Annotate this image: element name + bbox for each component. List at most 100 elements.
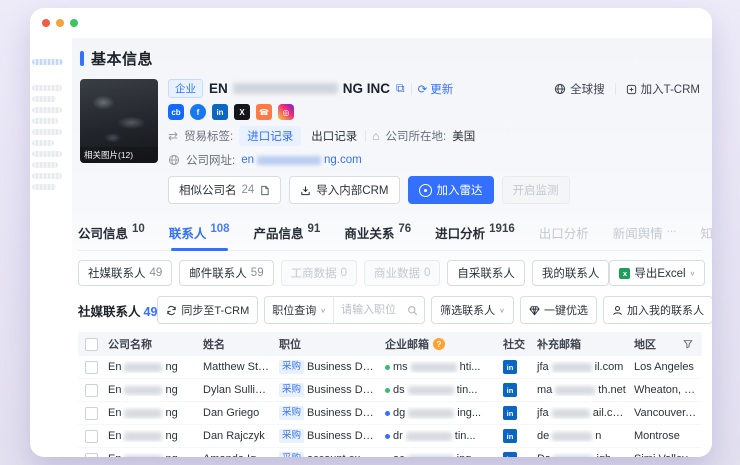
phone-icon[interactable]: ☎ — [256, 104, 272, 120]
sync-icon — [166, 305, 177, 316]
select-all-checkbox[interactable] — [85, 338, 98, 351]
search-icon[interactable] — [405, 305, 424, 316]
linkedin-icon[interactable]: in — [212, 104, 228, 120]
region-cell: Montrose — [630, 430, 702, 442]
chip-count: 0 — [424, 267, 430, 279]
linkedin-icon[interactable]: in — [503, 429, 517, 443]
maximize-button[interactable] — [70, 19, 78, 27]
chip-email-contacts[interactable]: 邮件联系人59 — [179, 260, 273, 286]
export-excel-button[interactable]: x 导出Excel ∨ — [609, 260, 705, 286]
tab-count: ... — [667, 223, 677, 242]
chip-social-contacts[interactable]: 社媒联系人49 — [78, 260, 172, 286]
refresh-icon: ⟳ — [418, 82, 428, 96]
tab-product-info[interactable]: 产品信息91 — [254, 218, 321, 250]
sidebar-skeleton-item[interactable] — [32, 129, 62, 135]
masked-text — [408, 386, 454, 395]
alt-email-prefix: jfa — [537, 407, 549, 419]
chip-label: 我的联系人 — [542, 265, 600, 281]
tab-intellectual-property: 知识产权 — [700, 218, 712, 250]
tab-contacts[interactable]: 联系人108 — [169, 218, 230, 250]
global-search-button[interactable]: 全球搜 — [554, 81, 605, 97]
sidebar-skeleton-item[interactable] — [32, 59, 63, 65]
crunchbase-icon[interactable]: cb — [168, 104, 184, 120]
x-icon[interactable]: X — [234, 104, 250, 120]
job-title-input[interactable] — [334, 299, 405, 321]
row-checkbox[interactable] — [85, 361, 98, 374]
alt-email-cell: jfaail.com — [533, 407, 630, 419]
chip-count: 0 — [341, 267, 347, 279]
close-button[interactable] — [42, 19, 50, 27]
add-to-my-contacts-button[interactable]: 加入我的联系人 — [603, 296, 712, 324]
chip-commercial-data: 商业数据0 — [364, 260, 440, 286]
detail-tabs: 公司信息10联系人108产品信息91商业关系76进口分析1916出口分析新闻舆情… — [78, 218, 702, 251]
row-checkbox[interactable] — [85, 430, 98, 443]
chip-label: 工商数据 — [291, 265, 337, 281]
company-website-link[interactable]: enng.com — [241, 154, 362, 166]
name-cell: Dan Griego — [199, 407, 275, 419]
region-cell: Vancouver, British Colu... — [630, 407, 702, 419]
sidebar-skeleton-item[interactable] — [32, 96, 56, 102]
tab-company-info[interactable]: 公司信息10 — [78, 218, 145, 250]
role-title: Business Devel... — [307, 430, 377, 442]
monitor-button[interactable]: 开启监测 — [502, 176, 570, 204]
chip-self-collected[interactable]: 自采联系人 — [447, 260, 525, 286]
sidebar-skeleton-item[interactable] — [32, 162, 58, 168]
sidebar-skeleton-item[interactable] — [32, 107, 62, 113]
sidebar-skeleton-item[interactable] — [32, 173, 62, 179]
table-row[interactable]: EnngAmanda Ignelzi采购account executiveaci… — [78, 448, 702, 457]
job-search-group: 职位查询∨ — [264, 296, 425, 324]
tab-business-relations[interactable]: 商业关系76 — [344, 218, 411, 250]
sidebar-skeleton-item[interactable] — [32, 118, 58, 124]
trade-tag-import-records[interactable]: 进口记录 — [239, 126, 301, 146]
table-row[interactable]: EnngDan Griego采购Business Devel...dging..… — [78, 402, 702, 425]
join-radar-button[interactable]: 加入雷达 — [408, 176, 494, 204]
job-query-select[interactable]: 职位查询∨ — [265, 297, 334, 323]
row-checkbox[interactable] — [85, 384, 98, 397]
filter-funnel-icon[interactable] — [683, 339, 693, 349]
email-prefix: ac — [393, 453, 405, 457]
table-row[interactable]: EnngMatthew Stephen采购Business Devel...ms… — [78, 356, 702, 379]
email-status-dot — [385, 434, 390, 439]
globe-icon — [168, 154, 180, 166]
chip-label: 自采联系人 — [457, 265, 515, 281]
row-checkbox[interactable] — [85, 453, 98, 458]
filter-contacts-button[interactable]: 筛选联系人∨ — [431, 296, 514, 324]
linkedin-icon[interactable]: in — [503, 406, 517, 420]
help-icon[interactable]: ? — [433, 338, 445, 350]
chip-my-contacts[interactable]: 我的联系人 — [532, 260, 610, 286]
email-suffix: tin... — [455, 430, 476, 442]
minimize-button[interactable] — [56, 19, 64, 27]
company-location-label: 公司所在地: — [386, 128, 447, 144]
row-checkbox[interactable] — [85, 407, 98, 420]
table-row[interactable]: EnngDylan Sullivan采购Business Devel...dst… — [78, 379, 702, 402]
table-body: EnngMatthew Stephen采购Business Devel...ms… — [78, 356, 702, 457]
join-tcrm-button[interactable]: 加入T-CRM — [626, 81, 700, 97]
instagram-icon[interactable]: ◎ — [278, 104, 294, 120]
tab-import-analysis[interactable]: 进口分析1916 — [435, 218, 515, 250]
table-row[interactable]: EnngDan Rajczyk采购Business Devel...drtin.… — [78, 425, 702, 448]
role-cell: 采购account executive — [275, 452, 381, 457]
trade-tag-export-records[interactable]: 出口记录 — [309, 126, 359, 146]
company-photo[interactable]: 相关图片(12) — [80, 79, 158, 163]
similar-company-button[interactable]: 相似公司名24 — [168, 176, 281, 204]
tab-label: 新闻舆情 — [613, 223, 663, 242]
masked-text — [552, 432, 592, 441]
column-label: 补充邮箱 — [537, 336, 581, 352]
refresh-button[interactable]: ⟳更新 — [418, 81, 454, 97]
linkedin-icon[interactable]: in — [503, 452, 517, 457]
facebook-icon[interactable]: f — [190, 104, 206, 120]
sidebar-skeleton-item[interactable] — [32, 85, 62, 91]
linkedin-icon[interactable]: in — [503, 360, 517, 374]
sync-tcrm-button[interactable]: 同步至T-CRM — [157, 296, 258, 324]
sidebar-skeleton-item[interactable] — [32, 151, 62, 157]
chevron-down-icon: ∨ — [690, 269, 696, 276]
email-status-dot — [385, 411, 390, 416]
linkedin-icon[interactable]: in — [503, 383, 517, 397]
divider — [365, 130, 366, 142]
sidebar-skeleton-item[interactable] — [32, 140, 54, 146]
copy-icon[interactable]: ⧉ — [396, 81, 405, 96]
import-crm-button[interactable]: 导入内部CRM — [289, 176, 399, 204]
one-click-select-button[interactable]: 一键优选 — [520, 296, 597, 324]
company-cell: Enng — [104, 384, 199, 396]
sidebar-skeleton-item[interactable] — [32, 184, 56, 190]
